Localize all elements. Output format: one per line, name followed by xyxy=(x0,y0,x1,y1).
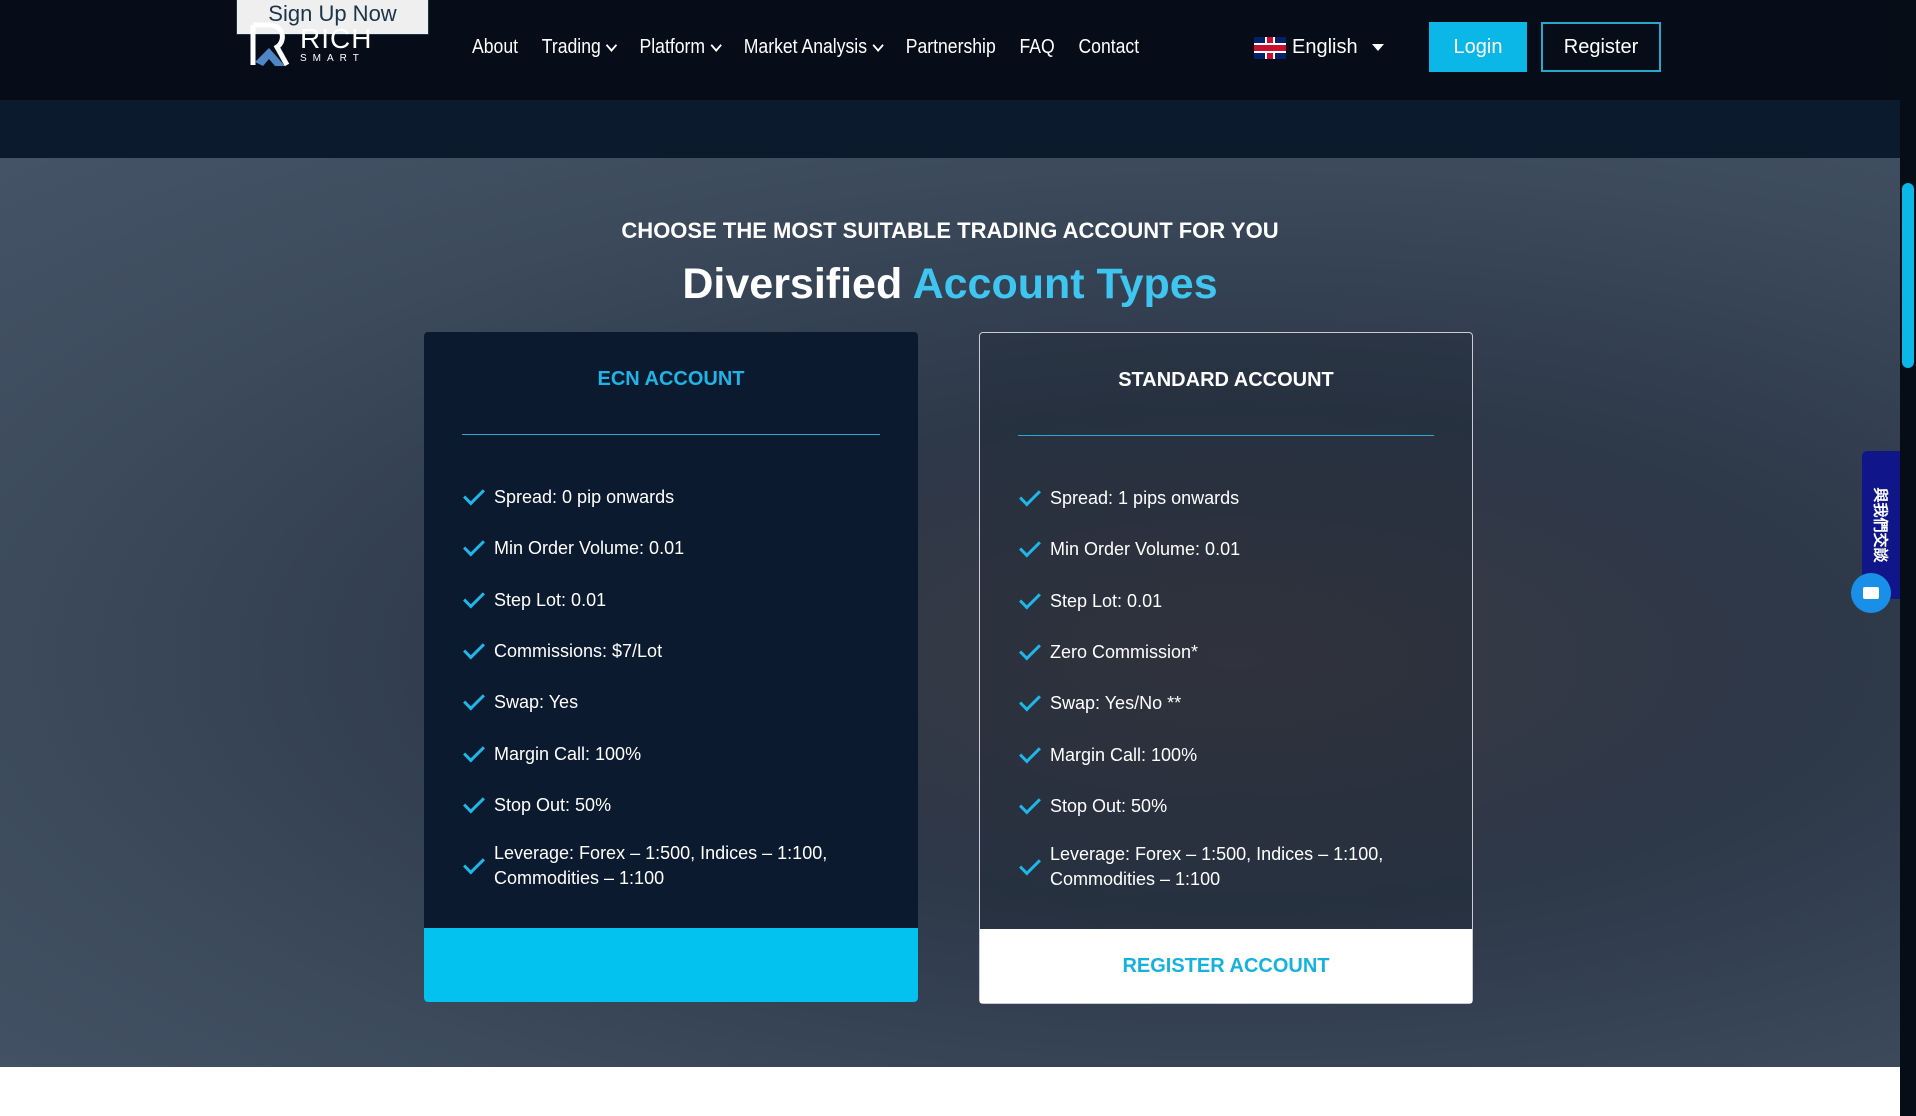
logo-name: RICH xyxy=(300,23,373,54)
check-icon xyxy=(1019,535,1041,558)
feature-item: Commissions: $7/Lot xyxy=(462,626,888,677)
nav-platform[interactable]: Platform xyxy=(640,36,722,59)
nav-faq[interactable]: FAQ xyxy=(1019,36,1054,59)
feature-item: Margin Call: 100% xyxy=(1018,729,1442,780)
ecn-cta-button[interactable] xyxy=(424,928,918,1002)
card-title: STANDARD ACCOUNT xyxy=(1118,369,1334,391)
feature-item: Leverage: Forex – 1:500, Indices – 1:100… xyxy=(1018,832,1442,902)
login-button[interactable]: Login xyxy=(1429,22,1527,72)
divider xyxy=(1018,435,1434,436)
feature-item: Step Lot: 0.01 xyxy=(462,575,888,626)
nav-about[interactable]: About xyxy=(472,36,518,59)
feature-item: Min Order Volume: 0.01 xyxy=(1018,524,1442,575)
check-icon xyxy=(463,637,485,660)
feature-item: Swap: Yes/No ** xyxy=(1018,678,1442,729)
feature-item: Zero Commission* xyxy=(1018,627,1442,678)
feature-item: Stop Out: 50% xyxy=(1018,781,1442,832)
check-icon xyxy=(1019,484,1041,507)
check-icon xyxy=(1019,638,1041,661)
check-icon xyxy=(1019,741,1041,764)
check-icon xyxy=(1019,689,1041,712)
divider xyxy=(462,434,880,435)
standard-account-card: STANDARD ACCOUNT Spread: 1 pips onwards … xyxy=(979,332,1473,1004)
nav-contact[interactable]: Contact xyxy=(1078,36,1139,59)
check-icon xyxy=(463,740,485,763)
feature-item: Spread: 0 pip onwards xyxy=(462,472,888,523)
account-types-section: CHOOSE THE MOST SUITABLE TRADING ACCOUNT… xyxy=(0,158,1900,1067)
feature-item: Leverage: Forex – 1:500, Indices – 1:100… xyxy=(462,831,888,901)
nav-market-analysis[interactable]: Market Analysis xyxy=(744,36,884,59)
scrollbar[interactable] xyxy=(1900,0,1916,1116)
check-icon xyxy=(463,483,485,506)
check-icon xyxy=(463,534,485,557)
chevron-down-icon xyxy=(710,38,722,52)
caret-down-icon xyxy=(1371,44,1384,51)
uk-flag-icon xyxy=(1254,36,1286,59)
chat-button[interactable] xyxy=(1851,573,1891,613)
section-eyebrow: CHOOSE THE MOST SUITABLE TRADING ACCOUNT… xyxy=(621,218,1279,243)
check-icon xyxy=(1019,792,1041,815)
check-icon xyxy=(463,791,485,814)
feature-item: Step Lot: 0.01 xyxy=(1018,576,1442,627)
register-button[interactable]: Register xyxy=(1541,22,1661,72)
check-icon xyxy=(463,586,485,609)
language-label: English xyxy=(1292,36,1358,58)
check-icon xyxy=(463,852,485,875)
site-header: Sign Up Now RICH SMART About Trading Plat… xyxy=(0,0,1900,100)
logo-sub: SMART xyxy=(300,53,365,64)
feature-item: Swap: Yes xyxy=(462,677,888,728)
banner-strip xyxy=(0,100,1900,158)
section-title: Diversified Account Types xyxy=(682,260,1218,308)
feature-item: Min Order Volume: 0.01 xyxy=(462,523,888,574)
logo[interactable]: RICH SMART xyxy=(250,22,372,68)
chevron-down-icon xyxy=(872,38,884,52)
logo-mark-icon xyxy=(250,22,290,67)
ecn-account-card: ECN ACCOUNT Spread: 0 pip onwards Min Or… xyxy=(424,332,918,1002)
feature-item: Margin Call: 100% xyxy=(462,728,888,779)
check-icon xyxy=(463,688,485,711)
feature-item: Stop Out: 50% xyxy=(462,780,888,831)
register-account-button[interactable]: REGISTER ACCOUNT xyxy=(980,929,1472,1003)
nav-trading[interactable]: Trading xyxy=(542,36,618,59)
language-selector[interactable]: English xyxy=(1254,36,1384,59)
feature-item: Spread: 1 pips onwards xyxy=(1018,473,1442,524)
chat-icon xyxy=(1863,587,1879,599)
check-icon xyxy=(1019,853,1041,876)
nav-partnership[interactable]: Partnership xyxy=(906,36,996,59)
main-nav: About Trading Platform Market Analysis P… xyxy=(472,36,1139,59)
card-title: ECN ACCOUNT xyxy=(597,368,745,390)
scrollbar-thumb[interactable] xyxy=(1902,183,1914,368)
chevron-down-icon xyxy=(606,38,618,52)
check-icon xyxy=(1019,587,1041,610)
